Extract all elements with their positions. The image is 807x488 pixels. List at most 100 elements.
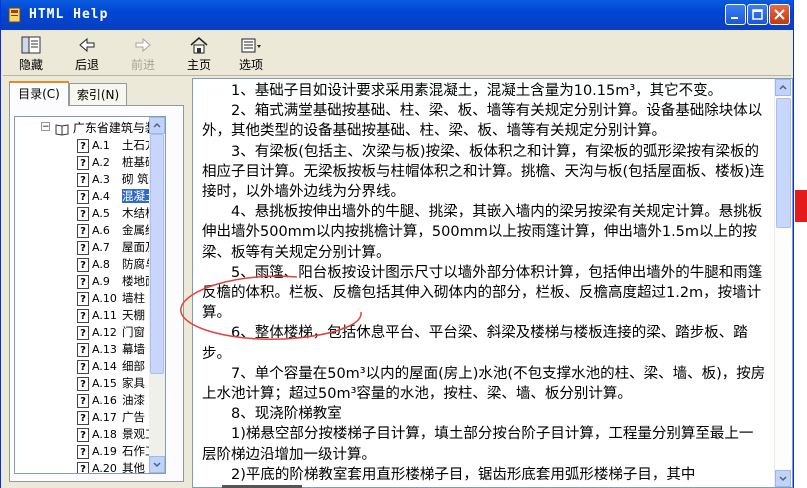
hide-icon bbox=[21, 36, 41, 54]
tree-item[interactable]: ? A.2 桩基础 bbox=[77, 154, 157, 171]
paragraph: 2)平底的阶梯教室套用直形楼梯子目，锯齿形底套用弧形楼梯子目，其中 bbox=[231, 466, 696, 483]
hide-button[interactable]: 隐藏 bbox=[11, 33, 51, 73]
tree-item-code: A.3 bbox=[92, 173, 110, 186]
tree-item[interactable]: ? A.7 屋面及 bbox=[77, 239, 157, 256]
home-button[interactable]: 主页 bbox=[179, 33, 219, 73]
tree-item-label: 墙柱 bbox=[122, 291, 145, 305]
content-scrollbar[interactable] bbox=[774, 79, 792, 487]
help-page-icon: ? bbox=[77, 410, 89, 425]
forward-button[interactable]: 前进 bbox=[123, 33, 163, 73]
tree-item-code: A.11 bbox=[92, 309, 117, 322]
help-page-icon: ? bbox=[77, 172, 89, 187]
tree-item-code: A.15 bbox=[92, 377, 117, 390]
help-page-icon: ? bbox=[77, 461, 89, 473]
tree-item-label: 细部 bbox=[122, 359, 145, 373]
paragraph: 2、箱式满堂基础按基础、柱、梁、板、墙等有关规定分别计算。设备基础除块体以外，其… bbox=[202, 103, 763, 140]
paragraph: 8、现浇阶梯教室 bbox=[231, 406, 342, 423]
tree-item-label: 幕墙 bbox=[122, 342, 145, 356]
maximize-button[interactable] bbox=[747, 4, 768, 25]
tree-item[interactable]: ? A.6 金属结 bbox=[77, 222, 157, 239]
tree-item-code: A.20 bbox=[92, 462, 117, 474]
chevron-up-icon bbox=[153, 122, 161, 128]
tree-item[interactable]: ? A.4 混凝土 bbox=[77, 188, 157, 205]
contents-tree[interactable]: − 广东省建筑与装 ? A.1 土石方? A.2 桩基础? A.3 砌 筑? A.4 混凝土? A… bbox=[14, 116, 166, 474]
tree-item[interactable]: ? A.12 门窗 bbox=[77, 324, 145, 341]
tree-scroll-down-button[interactable] bbox=[149, 456, 165, 473]
tree-item-code: A.10 bbox=[92, 292, 117, 305]
back-arrow-icon bbox=[79, 37, 95, 53]
tab-index[interactable]: 索引(N) bbox=[69, 83, 127, 105]
tree-item[interactable]: ? A.5 木结构 bbox=[77, 205, 157, 222]
tree-item[interactable]: ? A.19 石作工 bbox=[77, 443, 157, 460]
help-page-icon: ? bbox=[77, 444, 89, 459]
paragraph: 1、基础子目如设计要求采用素混凝土，混凝土含量为10.15m³，其它不变。 bbox=[231, 83, 723, 99]
back-label: 后退 bbox=[74, 58, 99, 72]
content-scroll-up-button[interactable] bbox=[775, 79, 791, 96]
chevron-down-icon bbox=[779, 476, 787, 482]
navigation-pane: 目录(C) 索引(N) − 广东省建筑与装 ? A.1 土石方? A.2 桩基础? A.3… bbox=[9, 80, 184, 482]
help-page-icon: ? bbox=[77, 138, 89, 153]
red-ellipse-annotation bbox=[180, 275, 362, 340]
tree-item-code: A.1 bbox=[92, 139, 110, 152]
open-book-icon bbox=[55, 123, 69, 136]
maximize-icon bbox=[752, 9, 763, 20]
paragraph: 1)梯悬空部分按楼梯子目计算，填土部分按台阶子目计算，工程量分别算至最上一层阶梯… bbox=[202, 426, 754, 463]
tree-item-code: A.17 bbox=[92, 411, 117, 424]
tree-item-label: 其他 bbox=[122, 461, 145, 474]
tree-item-code: A.13 bbox=[92, 343, 117, 356]
tree-item[interactable]: ? A.9 楼地面 bbox=[77, 273, 157, 290]
help-page-icon: ? bbox=[77, 206, 89, 221]
back-button[interactable]: 后退 bbox=[67, 33, 107, 73]
help-page-icon: ? bbox=[77, 308, 89, 323]
tree-collapse-toggle[interactable]: − bbox=[41, 122, 50, 132]
chevron-up-icon bbox=[779, 84, 787, 90]
tree-root-label: 广东省建筑与装 bbox=[72, 121, 157, 135]
options-label: 选项 bbox=[238, 58, 263, 72]
tree-item-code: A.9 bbox=[92, 275, 110, 288]
tree-item-label: 天棚 bbox=[122, 308, 145, 322]
help-page-icon: ? bbox=[77, 291, 89, 306]
tree-item-code: A.7 bbox=[92, 241, 110, 254]
options-button[interactable]: 选项 bbox=[231, 33, 271, 73]
tree-item[interactable]: ? A.10 墙柱 bbox=[77, 290, 145, 307]
tree-item-code: A.12 bbox=[92, 326, 117, 339]
help-page-icon: ? bbox=[77, 359, 89, 374]
tree-item-label: 油漆 bbox=[122, 393, 145, 407]
chevron-down-icon bbox=[153, 462, 161, 468]
paragraph: 4、悬挑板按伸出墙外的牛腿、挑梁，其嵌入墙内的梁另按梁有关规定计算。悬挑板伸出墙… bbox=[202, 204, 763, 261]
tree-item-code: A.8 bbox=[92, 258, 110, 271]
tree-item[interactable]: ? A.1 土石方 bbox=[77, 137, 157, 154]
help-page-icon: ? bbox=[77, 393, 89, 408]
home-label: 主页 bbox=[186, 58, 211, 72]
options-icon bbox=[241, 38, 261, 53]
paragraph: 7、单个容量在50m³以内的屋面(房上)水池(不包支撑水池的柱、梁、墙、板)，按… bbox=[202, 365, 766, 403]
tree-item[interactable]: ? A.16 油漆 bbox=[77, 392, 145, 409]
minimize-button[interactable] bbox=[725, 4, 746, 25]
tree-item[interactable]: ? A.17 广告 bbox=[77, 409, 145, 426]
tree-item-label: 砌 筑 bbox=[122, 172, 149, 186]
tree-item[interactable]: ? A.18 景观工 bbox=[77, 426, 157, 443]
tree-item[interactable]: ? A.3 砌 筑 bbox=[77, 171, 149, 188]
tree-item[interactable]: ? A.13 幕墙 bbox=[77, 341, 145, 358]
tab-contents[interactable]: 目录(C) bbox=[9, 81, 69, 106]
content-scroll-down-button[interactable] bbox=[775, 470, 791, 487]
close-button[interactable] bbox=[769, 4, 790, 25]
tree-item-label: 广告 bbox=[122, 410, 145, 424]
tree-item[interactable]: ? A.11 天棚 bbox=[77, 307, 145, 324]
tree-root[interactable]: 广东省建筑与装 bbox=[55, 119, 157, 137]
help-page-icon: ? bbox=[77, 189, 89, 204]
title-bar[interactable]: HTML Help bbox=[1, 0, 793, 30]
help-page-icon: ? bbox=[77, 155, 89, 170]
tree-scroll-thumb[interactable] bbox=[150, 134, 164, 374]
tree-scrollbar[interactable] bbox=[149, 117, 165, 473]
content-scroll-thumb[interactable] bbox=[776, 98, 791, 228]
tree-scroll-up-button[interactable] bbox=[149, 117, 165, 134]
tree-item[interactable]: ? A.15 家具 bbox=[77, 375, 145, 392]
tree-item-code: A.18 bbox=[92, 428, 117, 441]
tree-item[interactable]: ? A.14 细部 bbox=[77, 358, 145, 375]
tree-item[interactable]: ? A.20 其他 bbox=[77, 460, 145, 474]
paragraph: 3、有梁板(包括主、次梁与板)按梁、板体积之和计算，有梁板的弧形梁按有梁板的相应… bbox=[202, 143, 765, 201]
window-title: HTML Help bbox=[29, 7, 109, 22]
home-icon bbox=[190, 37, 208, 54]
tree-item[interactable]: ? A.8 防腐与 bbox=[77, 256, 157, 273]
